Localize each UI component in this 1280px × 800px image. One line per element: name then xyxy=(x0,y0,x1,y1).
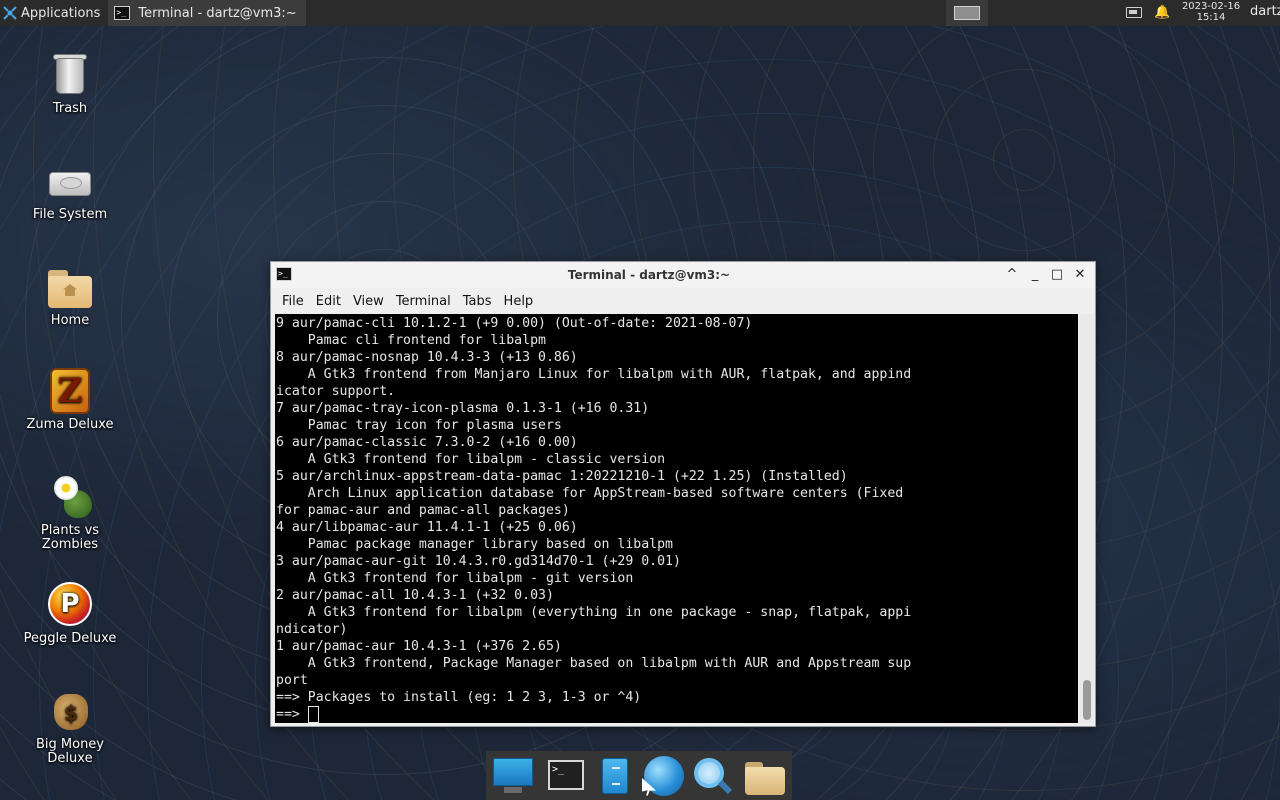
trash-icon xyxy=(46,52,94,98)
scrollbar-thumb[interactable] xyxy=(1083,680,1091,720)
terminal-line: icator support. xyxy=(276,384,396,399)
menu-view[interactable]: View xyxy=(347,294,390,309)
maximize-button[interactable]: □ xyxy=(1048,266,1066,284)
web-browser-icon[interactable] xyxy=(640,756,684,796)
terminal-line: for pamac-aur and pamac-all packages) xyxy=(276,503,570,518)
menu-help[interactable]: Help xyxy=(498,294,540,309)
desktop-icon-peggle-deluxe[interactable]: P Peggle Deluxe xyxy=(10,582,130,646)
taskbar-terminal-label: Terminal - dartz@vm3:~ xyxy=(138,5,297,21)
battery-icon[interactable] xyxy=(1126,7,1142,18)
desktop-icon-trash[interactable]: Trash xyxy=(10,52,130,116)
terminal-line: A Gtk3 frontend for libalpm (everything … xyxy=(276,605,912,620)
app-finder-icon[interactable] xyxy=(690,756,734,796)
desktop-icon-plants-vs-zombies[interactable]: Plants vs Zombies xyxy=(10,474,130,552)
terminal-prompt-line[interactable]: ==> xyxy=(276,706,1078,723)
desktop-icon-file-system[interactable]: File System xyxy=(10,158,130,222)
menu-file[interactable]: File xyxy=(276,294,310,309)
terminal-line: 6 aur/pamac-classic 7.3.0-2 (+16 0.00) xyxy=(276,435,578,450)
terminal-line: A Gtk3 frontend from Manjaro Linux for l… xyxy=(276,367,912,382)
desktop-icon-big-money-deluxe[interactable]: $ Big Money Deluxe xyxy=(10,688,130,766)
minimize-button[interactable]: _ xyxy=(1026,266,1044,284)
terminal-line: port xyxy=(276,673,308,688)
terminal-line: Arch Linux application database for AppS… xyxy=(276,486,904,501)
workspace-switcher[interactable] xyxy=(946,0,988,26)
desktop-icon-label: Trash xyxy=(52,101,88,116)
show-desktop-icon[interactable] xyxy=(490,756,534,796)
terminal-line: 2 aur/pamac-all 10.4.3-1 (+32 0.03) xyxy=(276,588,554,603)
terminal-line: Pamac cli frontend for libalpm xyxy=(276,333,546,348)
terminal-line: A Gtk3 frontend, Package Manager based o… xyxy=(276,656,912,671)
terminal-line: A Gtk3 frontend for libalpm - classic ve… xyxy=(276,452,666,467)
applications-label: Applications xyxy=(21,5,101,21)
clock-date: 2023-02-16 xyxy=(1181,1,1241,12)
terminal-line: 1 aur/pamac-aur 10.4.3-1 (+376 2.65) xyxy=(276,639,562,654)
terminal-window: >_ Terminal - dartz@vm3:~ ^ _ □ ✕ File E… xyxy=(270,261,1096,727)
menu-terminal[interactable]: Terminal xyxy=(390,294,457,309)
peggle-icon: P xyxy=(46,582,94,628)
desktop-icon-label: File System xyxy=(32,207,108,222)
terminal-line: 9 aur/pamac-cli 10.1.2-1 (+9 0.00) (Out-… xyxy=(276,316,753,331)
desktop-icon-zuma-deluxe[interactable]: Z Zuma Deluxe xyxy=(10,368,130,432)
terminal-scrollbar[interactable] xyxy=(1080,314,1094,723)
terminal-output[interactable]: 9 aur/pamac-cli 10.1.2-1 (+9 0.00) (Out-… xyxy=(275,314,1078,723)
drive-icon xyxy=(46,158,94,204)
terminal-line: ==> Packages to install (eg: 1 2 3, 1-3 … xyxy=(276,690,642,705)
shade-button[interactable]: ^ xyxy=(1003,266,1021,284)
dock: >_ xyxy=(486,751,792,800)
terminal-line: Pamac package manager library based on l… xyxy=(276,537,673,552)
close-button[interactable]: ✕ xyxy=(1071,266,1089,284)
user-menu[interactable]: dartz xyxy=(1250,4,1280,19)
terminal-line: 5 aur/archlinux-appstream-data-pamac 1:2… xyxy=(276,469,848,484)
menu-edit[interactable]: Edit xyxy=(310,294,347,309)
home-folder-icon xyxy=(46,264,94,310)
clock-time: 15:14 xyxy=(1196,12,1226,23)
text-cursor xyxy=(307,706,319,723)
menu-bar: File Edit View Terminal Tabs Help xyxy=(271,289,1095,313)
terminal-icon: >_ xyxy=(114,6,131,20)
desktop-icon-label: Plants vs Zombies xyxy=(40,523,100,552)
applications-icon xyxy=(3,6,17,20)
terminal-line: 8 aur/pamac-nosnap 10.4.3-3 (+13 0.86) xyxy=(276,350,578,365)
terminal-line: ndicator) xyxy=(276,622,348,637)
clock[interactable]: 2023-02-16 15:14 xyxy=(1176,1,1246,23)
window-titlebar[interactable]: >_ Terminal - dartz@vm3:~ ^ _ □ ✕ xyxy=(271,262,1095,288)
terminal-line: Pamac tray icon for plasma users xyxy=(276,418,562,433)
desktop-icon-label: Home xyxy=(50,313,90,328)
desktop-icon-label: Peggle Deluxe xyxy=(23,631,117,646)
money-bag-icon: $ xyxy=(46,688,94,734)
menu-tabs[interactable]: Tabs xyxy=(457,294,498,309)
file-manager-icon[interactable] xyxy=(592,756,636,796)
zuma-icon: Z xyxy=(46,368,94,414)
top-panel: Applications >_ Terminal - dartz@vm3:~ xyxy=(0,0,1280,26)
desktop-icon-home[interactable]: Home xyxy=(10,264,130,328)
desktop-icon-label: Big Money Deluxe xyxy=(35,737,104,766)
terminal-line: A Gtk3 frontend for libalpm - git versio… xyxy=(276,571,634,586)
workspace-icon[interactable] xyxy=(954,6,980,20)
taskbar-terminal-button[interactable]: >_ Terminal - dartz@vm3:~ xyxy=(108,0,307,26)
terminal-line: 4 aur/libpamac-aur 11.4.1-1 (+25 0.06) xyxy=(276,520,578,535)
terminal-line: 3 aur/pamac-aur-git 10.4.3.r0.gd314d70-1… xyxy=(276,554,681,569)
plants-vs-zombies-icon xyxy=(46,474,94,520)
desktop-icon-label: Zuma Deluxe xyxy=(26,417,114,432)
notification-bell-icon[interactable]: 🔔 xyxy=(1154,5,1170,21)
terminal-prompt: ==> xyxy=(276,707,308,722)
terminal-icon[interactable]: >_ xyxy=(544,756,588,796)
applications-menu-button[interactable]: Applications xyxy=(0,0,106,26)
window-title: Terminal - dartz@vm3:~ xyxy=(567,268,731,282)
terminal-line: 7 aur/pamac-tray-icon-plasma 0.1.3-1 (+1… xyxy=(276,401,650,416)
terminal-lines: 9 aur/pamac-cli 10.1.2-1 (+9 0.00) (Out-… xyxy=(276,315,1078,706)
folder-icon[interactable] xyxy=(742,756,786,796)
